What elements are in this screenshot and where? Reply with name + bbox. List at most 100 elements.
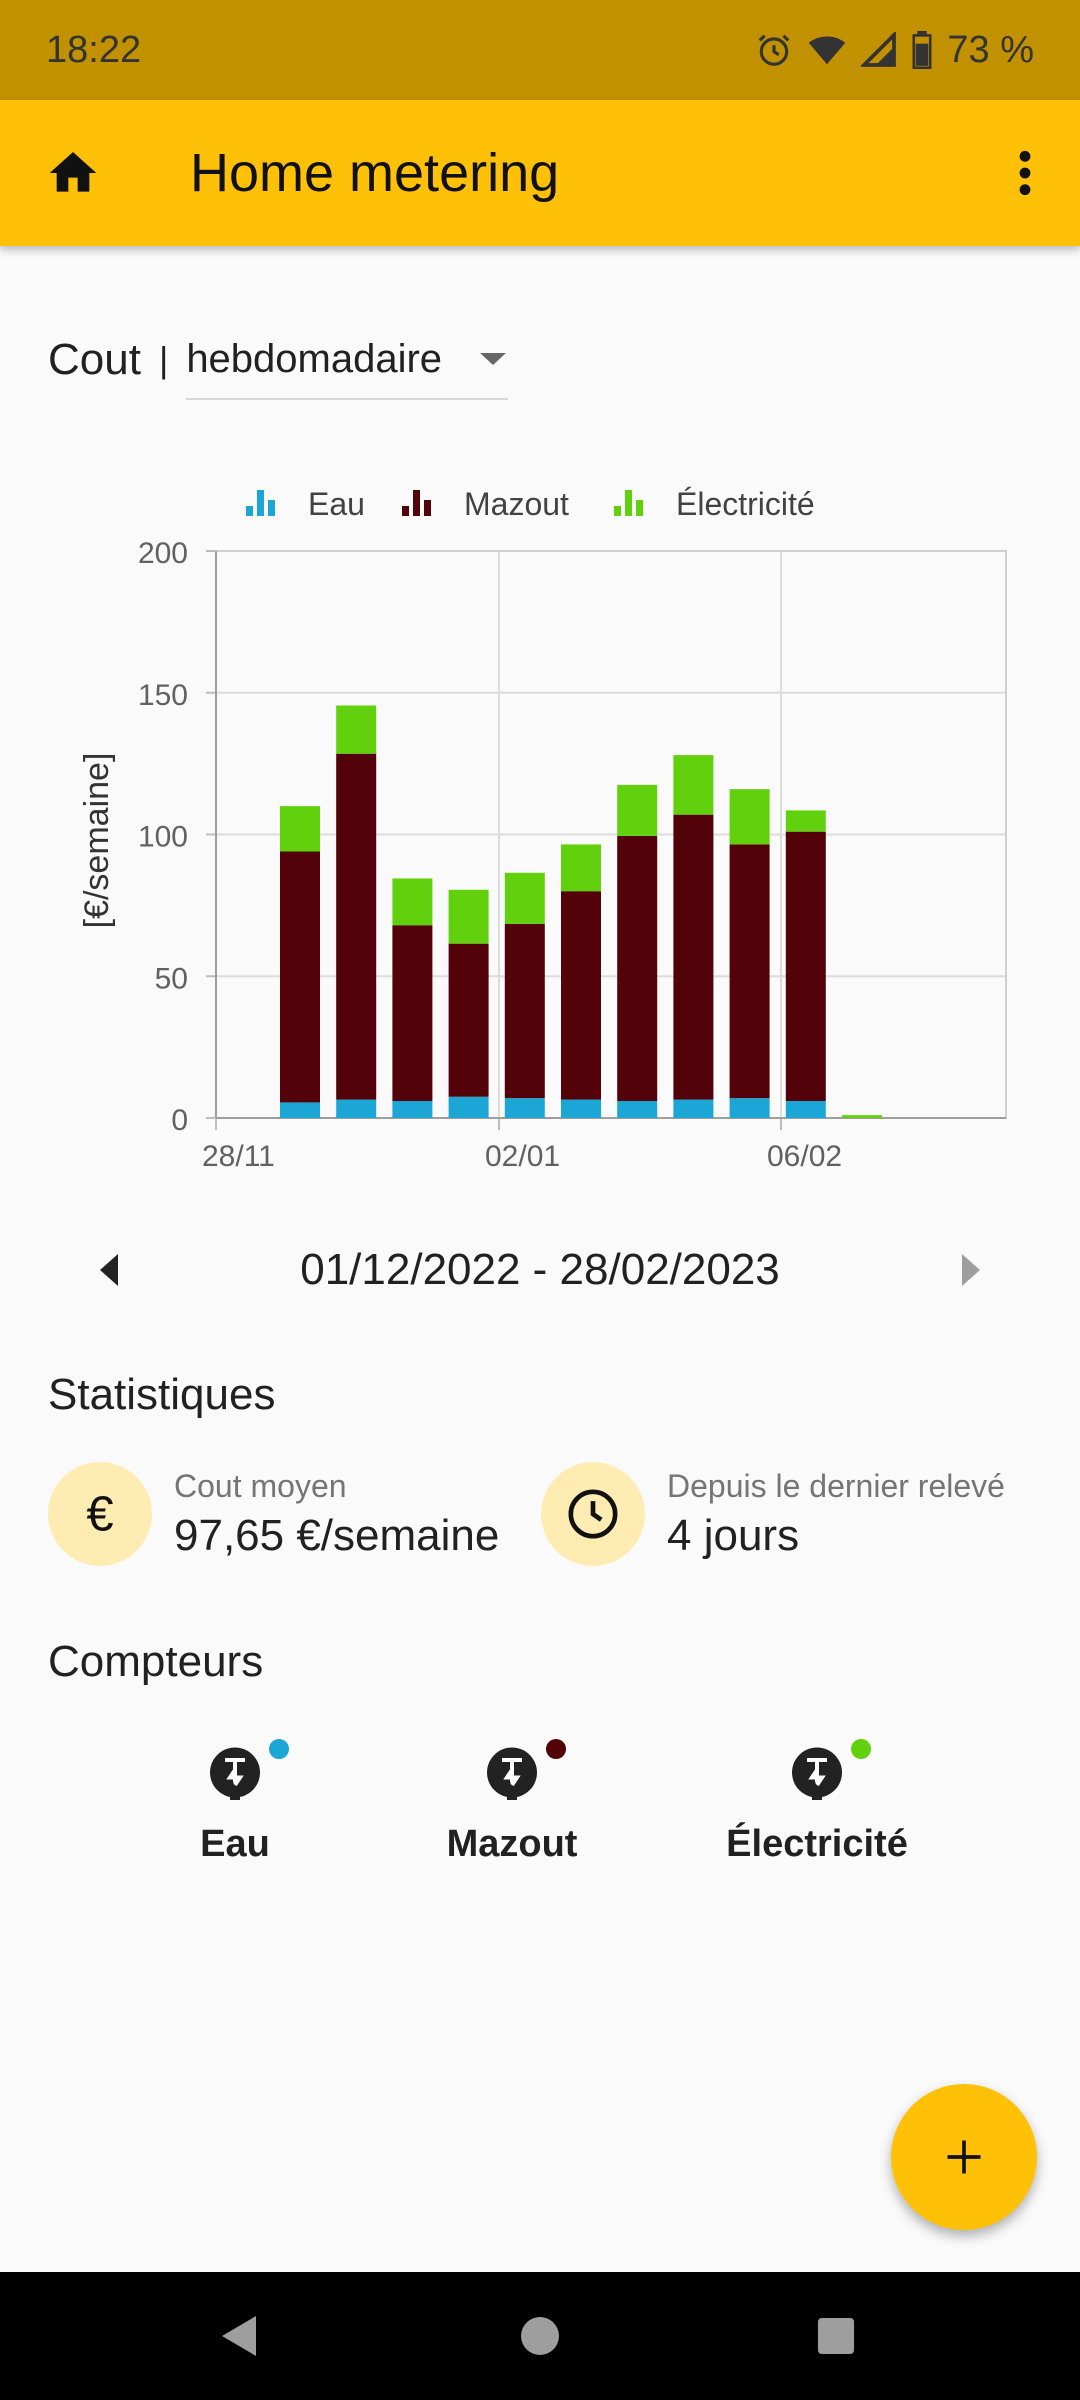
bar-eau xyxy=(280,1102,320,1118)
bar-mazout xyxy=(729,844,770,1099)
home-circle-icon xyxy=(521,2317,559,2355)
bar-electricite xyxy=(729,789,770,845)
legend-swatch xyxy=(268,500,275,516)
meter-eau-color-dot xyxy=(269,1739,289,1759)
selector-label: Cout xyxy=(48,335,141,384)
battery-icon xyxy=(911,31,933,69)
meter-icon xyxy=(792,1747,842,1800)
bar-eau xyxy=(448,1096,489,1118)
legend-swatch xyxy=(614,506,621,516)
since-last-reading-label: Depuis le dernier relevé xyxy=(667,1467,1005,1504)
euro-icon-circle: € xyxy=(48,1462,152,1566)
period-dropdown-value: hebdomadaire xyxy=(186,336,443,381)
bar-mazout xyxy=(336,753,377,1100)
status-bar: 18:22 73 % xyxy=(0,0,1080,100)
dropdown-arrow-icon xyxy=(480,353,507,365)
svg-text:€: € xyxy=(86,1487,113,1541)
signal-icon xyxy=(861,32,897,68)
app-bar: Home metering xyxy=(0,100,1080,246)
bar-eau xyxy=(561,1099,601,1118)
cost-chart: 0 50 100 150 200 28/11 02/01 06/02 [€/semaine] Ea… xyxy=(0,440,1080,1180)
meter-electricite-color-dot xyxy=(851,1739,871,1759)
battery-percent: 73 % xyxy=(947,28,1034,71)
home-icon xyxy=(49,152,97,192)
bar-eau xyxy=(785,1100,826,1118)
next-period-button[interactable] xyxy=(930,1230,1010,1310)
arrow-left-icon xyxy=(100,1254,118,1286)
home-button[interactable] xyxy=(0,100,146,246)
bar-eau xyxy=(617,1100,658,1118)
y-tick-label: 100 xyxy=(138,821,188,854)
meter-eau-label: Eau xyxy=(200,1823,270,1865)
meter-eau[interactable]: Eau xyxy=(115,1739,355,1866)
legend-swatch xyxy=(413,490,420,516)
previous-period-button[interactable] xyxy=(70,1230,150,1310)
arrow-right-icon xyxy=(962,1254,980,1286)
bar-electricite xyxy=(673,755,714,815)
clock-icon-circle xyxy=(541,1462,645,1566)
date-range: 01/12/2022 - 28/02/2023 xyxy=(300,1245,780,1294)
meters-title: Compteurs xyxy=(48,1637,264,1686)
bar-electricite xyxy=(280,806,320,852)
meter-mazout[interactable]: Mazout xyxy=(392,1739,632,1866)
add-reading-button[interactable] xyxy=(891,2084,1037,2230)
period-selector: Cout | hebdomadaire xyxy=(48,320,509,400)
bar-electricite xyxy=(842,1115,882,1118)
cost-chart-svg: 0 50 100 150 200 28/11 02/01 06/02 [€/semaine] Ea… xyxy=(78,486,1007,1173)
average-cost-stat: € Cout moyen 97,65 €/semaine xyxy=(48,1462,499,1566)
recents-button[interactable] xyxy=(796,2296,876,2376)
bar-mazout xyxy=(561,891,601,1100)
more-vert-icon xyxy=(1019,150,1031,196)
meter-electricite[interactable]: Électricité xyxy=(697,1739,937,1866)
y-axis-label: [€/semaine] xyxy=(78,753,116,929)
legend-label: Mazout xyxy=(464,486,569,522)
period-dropdown[interactable]: hebdomadaire xyxy=(186,320,509,400)
recents-icon xyxy=(817,2317,855,2355)
bar-electricite xyxy=(617,784,658,836)
bar-mazout xyxy=(392,925,433,1101)
bar-mazout xyxy=(280,851,320,1103)
legend-swatch xyxy=(424,500,431,516)
meter-electricite-label: Électricité xyxy=(726,1823,908,1865)
bar-mazout xyxy=(785,831,826,1101)
wifi-icon xyxy=(807,31,847,69)
selector-separator: | xyxy=(158,339,169,380)
overflow-menu-button[interactable] xyxy=(970,100,1080,246)
y-tick-label: 50 xyxy=(155,962,188,995)
legend-swatch xyxy=(402,506,409,516)
since-last-reading-value: 4 jours xyxy=(667,1510,800,1560)
legend-label: Eau xyxy=(308,486,365,522)
status-icons: 73 % xyxy=(755,29,1034,72)
bar-eau xyxy=(729,1098,770,1118)
home-nav-button[interactable] xyxy=(500,2296,580,2376)
bar-electricite xyxy=(785,810,826,832)
legend-swatch xyxy=(257,490,264,516)
bar-electricite xyxy=(448,889,489,944)
date-navigation: 01/12/2022 - 28/02/2023 xyxy=(0,1230,1080,1310)
alarm-icon xyxy=(755,31,793,69)
meter-icon xyxy=(487,1747,537,1800)
bar-electricite xyxy=(336,705,377,754)
bar-electricite xyxy=(561,844,601,892)
since-last-reading-stat: Depuis le dernier relevé 4 jours xyxy=(541,1462,1005,1566)
bar-eau xyxy=(504,1098,545,1118)
bar-mazout xyxy=(673,814,714,1100)
x-tick-label: 28/11 xyxy=(202,1140,275,1173)
meter-mazout-label: Mazout xyxy=(446,1823,578,1865)
y-tick-label: 200 xyxy=(138,537,188,570)
legend-swatch xyxy=(246,506,253,516)
clock-icon xyxy=(568,1489,618,1539)
bar-eau xyxy=(336,1099,377,1118)
bar-mazout xyxy=(617,835,658,1101)
euro-icon: € xyxy=(86,1487,113,1541)
bar-electricite xyxy=(392,878,433,926)
plus-icon xyxy=(947,2140,981,2174)
bar-mazout xyxy=(448,943,489,1097)
bar-electricite xyxy=(504,872,545,924)
legend-swatch xyxy=(625,490,632,516)
app-title: Home metering xyxy=(190,143,560,203)
meter-icon xyxy=(210,1747,260,1800)
back-button[interactable] xyxy=(200,2296,280,2376)
status-time: 18:22 xyxy=(46,28,142,71)
y-tick-label: 0 xyxy=(171,1104,188,1137)
